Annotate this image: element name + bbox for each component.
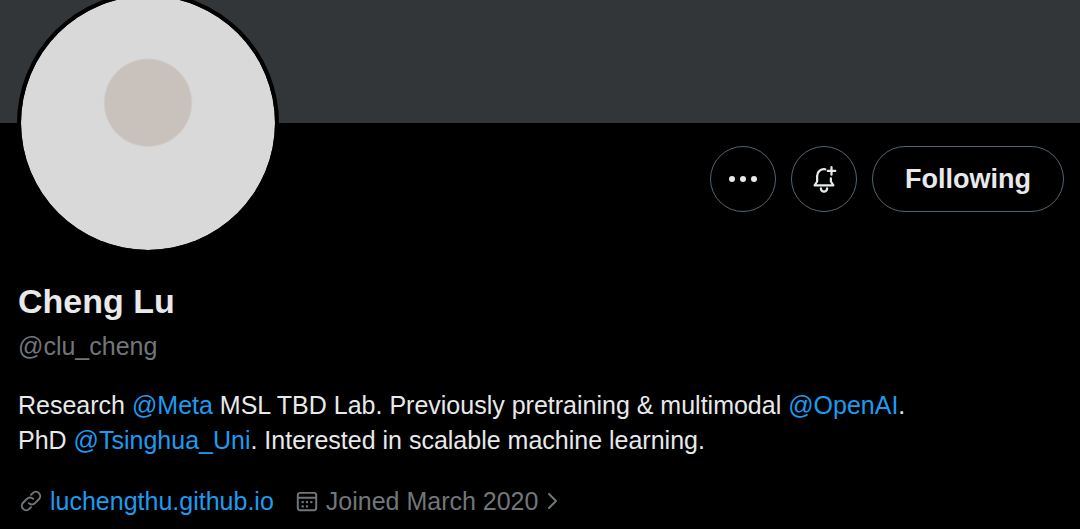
more-dots-icon: [728, 175, 758, 183]
calendar-icon: [294, 488, 320, 514]
chevron-right-icon: [544, 489, 560, 513]
bio-text: . Interested in scalable machine learnin…: [250, 426, 704, 454]
bio-text: Research: [18, 391, 132, 419]
profile-meta: luchengthu.github.io Joined March 2020: [18, 486, 1062, 516]
more-button[interactable]: [710, 146, 776, 212]
website-link[interactable]: luchengthu.github.io: [18, 486, 274, 516]
bio-mention[interactable]: @Tsinghua_Uni: [74, 426, 251, 454]
display-name: Cheng Lu: [18, 281, 1062, 321]
notify-button[interactable]: [791, 146, 857, 212]
profile-page: Following Cheng Lu @clu_cheng Research @Met…: [0, 0, 1080, 529]
bell-plus-icon: [809, 164, 839, 194]
bio-text: .: [898, 391, 905, 419]
user-handle: @clu_cheng: [18, 331, 1062, 361]
link-icon: [18, 488, 44, 514]
avatar-photo: [21, 0, 275, 250]
joined-date[interactable]: Joined March 2020: [294, 486, 561, 516]
bio-text: PhD: [18, 426, 74, 454]
bio-text: MSL TBD Lab. Previously pretraining & mu…: [213, 391, 788, 419]
bio-mention[interactable]: @OpenAI: [788, 391, 898, 419]
bio-line: Research @Meta MSL TBD Lab. Previously p…: [18, 388, 1062, 423]
following-button[interactable]: Following: [872, 146, 1064, 212]
profile-bio: Research @Meta MSL TBD Lab. Previously p…: [18, 388, 1062, 458]
bio-line: PhD @Tsinghua_Uni. Interested in scalabl…: [18, 423, 1062, 458]
profile-info: Cheng Lu @clu_cheng Research @Meta MSL TBD…: [0, 212, 1080, 516]
profile-avatar[interactable]: [17, 0, 279, 254]
bio-mention[interactable]: @Meta: [132, 391, 213, 419]
